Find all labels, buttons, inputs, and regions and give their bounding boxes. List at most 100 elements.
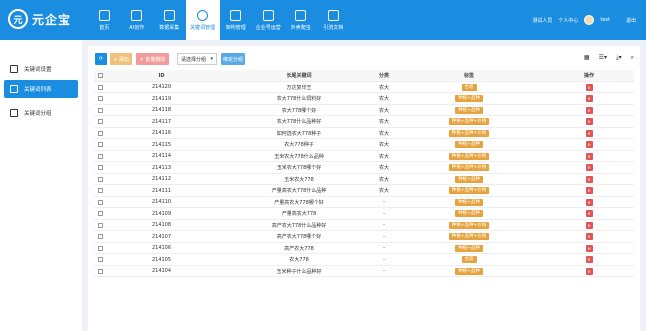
search-icon[interactable]: ⌕ bbox=[631, 54, 634, 62]
nav-item-structure[interactable]: 架构管理 bbox=[220, 0, 253, 40]
table-row[interactable]: 214109 产量高农大778 - 种植+品种 ✕ bbox=[94, 208, 634, 220]
export-icon[interactable]: ⤓▾ bbox=[616, 54, 622, 62]
table-row[interactable]: 214108 高产农大778什么品种好 - 种植+品种+价格 ✕ bbox=[94, 220, 634, 232]
delete-icon[interactable]: ✕ bbox=[585, 210, 593, 218]
row-checkbox[interactable] bbox=[97, 84, 103, 90]
row-checkbox[interactable] bbox=[97, 165, 103, 171]
row-checkbox-cell[interactable] bbox=[94, 128, 106, 140]
row-checkbox[interactable] bbox=[97, 96, 103, 102]
row-checkbox[interactable] bbox=[97, 153, 103, 159]
delete-icon[interactable]: ✕ bbox=[585, 129, 593, 137]
delete-icon[interactable]: ✕ bbox=[585, 83, 593, 91]
row-checkbox-cell[interactable] bbox=[94, 139, 106, 151]
table-row[interactable]: 214110 产量高农大778哪个好 - 种植+品种 ✕ bbox=[94, 197, 634, 209]
delete-icon[interactable]: ✕ bbox=[585, 141, 593, 149]
row-checkbox-cell[interactable] bbox=[94, 243, 106, 255]
row-checkbox[interactable] bbox=[97, 176, 103, 182]
refresh-button[interactable]: ⟳ bbox=[95, 53, 107, 65]
row-checkbox[interactable] bbox=[97, 222, 103, 228]
delete-icon[interactable]: ✕ bbox=[585, 256, 593, 264]
row-checkbox-cell[interactable] bbox=[94, 185, 106, 197]
delete-icon[interactable]: ✕ bbox=[585, 267, 593, 275]
table-row[interactable]: 214107 高产农大778哪个好 - 种植+品种+价格 ✕ bbox=[94, 231, 634, 243]
nav-item-ai-create[interactable]: AI创作 bbox=[121, 0, 154, 40]
delete-icon[interactable]: ✕ bbox=[585, 152, 593, 160]
sidebar-item-keyword-group[interactable]: 关键词分组 bbox=[4, 104, 78, 122]
table-row[interactable]: 214111 产量高农大778什么品种 农大 种植+品种+价格 ✕ bbox=[94, 185, 634, 197]
table-row[interactable]: 214115 农大778种子 农大 种植+品种 ✕ bbox=[94, 139, 634, 151]
delete-icon[interactable]: ✕ bbox=[585, 233, 593, 241]
row-checkbox[interactable] bbox=[97, 234, 103, 240]
nav-item-home[interactable]: 首页 bbox=[88, 0, 121, 40]
row-checkbox[interactable] bbox=[97, 199, 103, 205]
row-checkbox[interactable] bbox=[97, 142, 103, 148]
row-checkbox-cell[interactable] bbox=[94, 116, 106, 128]
columns-icon[interactable]: ☰▾ bbox=[599, 54, 607, 62]
row-checkbox-cell[interactable] bbox=[94, 231, 106, 243]
table-row[interactable]: 214113 玉米农大778哪个好 农大 种植+品种+价格 ✕ bbox=[94, 162, 634, 174]
table-row[interactable]: 214119 农大778什么饲料好 农大 种植+品种 ✕ bbox=[94, 93, 634, 105]
row-checkbox[interactable] bbox=[97, 257, 103, 263]
row-checkbox[interactable] bbox=[97, 119, 103, 125]
user-center-link[interactable]: 个人中心 bbox=[558, 17, 578, 24]
header-id[interactable]: ID bbox=[114, 70, 209, 82]
row-checkbox-cell[interactable] bbox=[94, 208, 106, 220]
row-checkbox-cell[interactable] bbox=[94, 82, 106, 94]
nav-item-enterprise[interactable]: 企业号运营 bbox=[252, 0, 285, 40]
row-checkbox[interactable] bbox=[97, 130, 103, 136]
row-checkbox[interactable] bbox=[97, 268, 103, 274]
row-checkbox[interactable] bbox=[97, 211, 103, 217]
delete-icon[interactable]: ✕ bbox=[585, 175, 593, 183]
delete-icon[interactable]: ✕ bbox=[585, 164, 593, 172]
batch-delete-button[interactable]: ✕ 批量删除 bbox=[136, 53, 169, 65]
grid-view-icon[interactable]: ▦ bbox=[584, 54, 590, 62]
select-all-checkbox[interactable] bbox=[97, 73, 103, 79]
row-checkbox-cell[interactable] bbox=[94, 105, 106, 117]
row-checkbox-cell[interactable] bbox=[94, 162, 106, 174]
header-category[interactable]: 分类 bbox=[364, 70, 404, 82]
nav-item-data-collect[interactable]: 数据采集 bbox=[153, 0, 186, 40]
delete-icon[interactable]: ✕ bbox=[585, 221, 593, 229]
sidebar-item-keyword-settings[interactable]: 关键词设置 bbox=[4, 60, 78, 78]
user-name[interactable]: 测试人员 bbox=[532, 17, 552, 24]
row-checkbox-cell[interactable] bbox=[94, 266, 106, 278]
row-checkbox-cell[interactable] bbox=[94, 220, 106, 232]
table-row[interactable]: 214104 玉米种子什么品种好 - 种植+品种 ✕ bbox=[94, 266, 634, 278]
select-all-cell[interactable] bbox=[94, 70, 106, 82]
row-checkbox[interactable] bbox=[97, 245, 103, 251]
table-row[interactable]: 214112 玉米农大778 农大 种植+品种 ✕ bbox=[94, 174, 634, 186]
delete-icon[interactable]: ✕ bbox=[585, 118, 593, 126]
row-checkbox-cell[interactable] bbox=[94, 197, 106, 209]
assign-group-button[interactable]: 绑定分组 bbox=[221, 53, 245, 65]
header-tags[interactable]: 标签 bbox=[424, 70, 514, 82]
table-row[interactable]: 214116 如何选农大778种子 农大 种植+品种+价格 ✕ bbox=[94, 128, 634, 140]
row-checkbox-cell[interactable] bbox=[94, 151, 106, 163]
delete-icon[interactable]: ✕ bbox=[585, 187, 593, 195]
logo[interactable]: 元 元企宝 bbox=[8, 9, 71, 29]
delete-icon[interactable]: ✕ bbox=[585, 244, 593, 252]
table-row[interactable]: 214105 农大778 - 合适 ✕ bbox=[94, 254, 634, 266]
nav-item-crawler[interactable]: 外卖爬虫 bbox=[285, 0, 318, 40]
table-row[interactable]: 214117 农大778什么品种好 农大 种植+品种+价格 ✕ bbox=[94, 116, 634, 128]
group-select[interactable]: 请选择分组 ▾ bbox=[177, 53, 217, 65]
nav-item-docs[interactable]: 引流文档 bbox=[317, 0, 350, 40]
table-row[interactable]: 214118 农大778哪个好 农大 种植+品种 ✕ bbox=[94, 105, 634, 117]
row-checkbox-cell[interactable] bbox=[94, 174, 106, 186]
avatar[interactable] bbox=[584, 15, 595, 25]
sidebar-item-keyword-list[interactable]: 关键词列表 bbox=[4, 80, 78, 98]
logout-link[interactable]: 退出 bbox=[626, 17, 636, 24]
row-checkbox[interactable] bbox=[97, 188, 103, 194]
delete-icon[interactable]: ✕ bbox=[585, 198, 593, 206]
delete-icon[interactable]: ✕ bbox=[585, 106, 593, 114]
row-checkbox[interactable] bbox=[97, 107, 103, 113]
row-checkbox-cell[interactable] bbox=[94, 254, 106, 266]
table-row[interactable]: 214114 玉米农大778什么品种 农大 种植+品种+价格 ✕ bbox=[94, 151, 634, 163]
header-keyword[interactable]: 长尾关键词 bbox=[244, 70, 354, 82]
nav-item-keyword-manage[interactable]: 关键词管理 bbox=[185, 0, 220, 40]
admin-name[interactable]: test bbox=[600, 17, 610, 23]
row-checkbox-cell[interactable] bbox=[94, 93, 106, 105]
table-row[interactable]: 214120 万达复印王 农大 合适 ✕ bbox=[94, 82, 634, 94]
table-row[interactable]: 214106 高产农大778 - 种植+品种 ✕ bbox=[94, 243, 634, 255]
delete-icon[interactable]: ✕ bbox=[585, 95, 593, 103]
add-button[interactable]: + 添加 bbox=[110, 53, 132, 65]
